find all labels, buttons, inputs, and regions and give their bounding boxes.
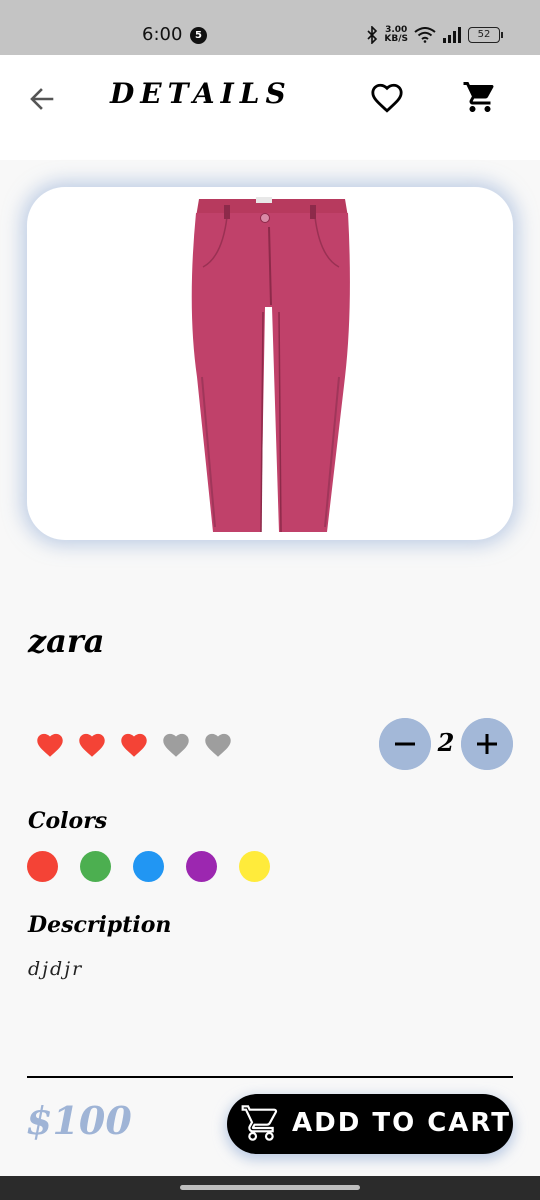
status-time: 6:00 [142, 24, 183, 45]
colors-label: Colors [28, 808, 108, 834]
quantity-stepper: 2 [379, 718, 513, 770]
wifi-icon [414, 27, 436, 43]
product-image-card [27, 187, 513, 540]
network-speed-unit: KB/S [384, 34, 408, 44]
rating-heart-icon[interactable] [76, 730, 108, 758]
rating-heart-icon[interactable] [34, 730, 66, 758]
increase-quantity-button[interactable] [461, 718, 513, 770]
divider [27, 1076, 513, 1078]
notification-badge: 5 [190, 27, 207, 44]
home-gesture-handle[interactable] [180, 1185, 360, 1190]
system-nav-bar [0, 1176, 540, 1200]
price: $100 [26, 1098, 132, 1143]
arrow-left-icon[interactable] [26, 83, 58, 115]
quantity-value: 2 [437, 728, 455, 757]
description-label: Description [28, 912, 172, 938]
battery-icon: 52 [468, 27, 503, 43]
rating-heart-icon[interactable] [160, 730, 192, 758]
network-speed: 3.00 KB/S [384, 26, 408, 44]
product-name: zara [28, 622, 105, 660]
color-swatch[interactable] [239, 851, 270, 882]
rating [34, 730, 234, 758]
add-to-cart-button[interactable]: ADD TO CART [227, 1094, 513, 1154]
color-swatch[interactable] [186, 851, 217, 882]
shopping-cart-icon[interactable] [462, 79, 498, 115]
color-swatch[interactable] [27, 851, 58, 882]
status-bar: 6:00 5 3.00 KB/S 52 [0, 0, 540, 55]
page-title: DETAILS [110, 77, 292, 110]
app-bar: DETAILS [0, 55, 540, 160]
color-swatches [27, 851, 270, 882]
color-swatch[interactable] [80, 851, 111, 882]
heart-outline-icon[interactable] [370, 81, 404, 115]
rating-heart-icon[interactable] [202, 730, 234, 758]
product-image [191, 197, 350, 533]
bluetooth-icon [367, 26, 378, 44]
status-icons: 3.00 KB/S 52 [366, 24, 503, 46]
color-swatch[interactable] [133, 851, 164, 882]
description-text: djdjr [28, 958, 84, 980]
signal-icon [443, 27, 461, 43]
shopping-cart-icon [241, 1105, 278, 1141]
decrease-quantity-button[interactable] [379, 718, 431, 770]
add-to-cart-label: ADD TO CART [292, 1108, 512, 1138]
rating-heart-icon[interactable] [118, 730, 150, 758]
